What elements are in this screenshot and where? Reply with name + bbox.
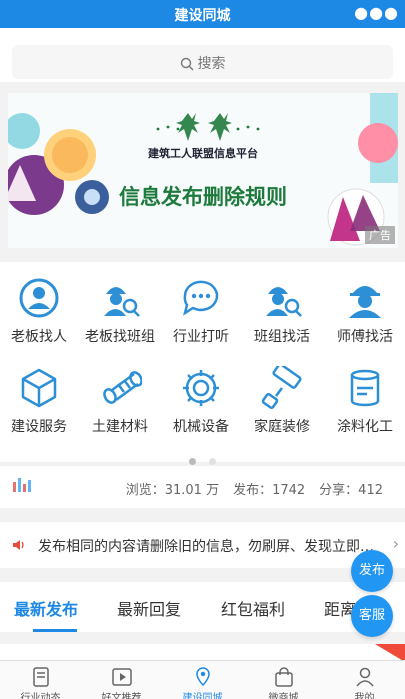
shopping-bag-icon	[274, 667, 293, 687]
tab-bar: 最新发布 最新回复 红包福利 距离最近	[0, 582, 405, 632]
category-label: 机械设备	[173, 419, 229, 435]
shares-count: 分享：412	[319, 483, 383, 498]
gear-icon	[183, 370, 219, 406]
banner-decoration	[8, 93, 398, 248]
category-label: 老板找班组	[85, 329, 155, 345]
page-title: 建设同城	[174, 8, 231, 24]
posts-count: 发布：1742	[233, 483, 306, 498]
more-icon[interactable]: ●●●	[354, 3, 399, 22]
publish-button[interactable]: 发布	[351, 550, 393, 592]
ad-label: 广告	[365, 226, 395, 244]
category-label: 老板找人	[11, 329, 67, 345]
speaker-icon	[13, 540, 24, 550]
team-search-icon	[266, 287, 302, 317]
nav-label: 行业动态	[20, 693, 61, 699]
banner-subtitle: 建筑工人联盟信息平台	[148, 147, 258, 160]
tab-latest-posts[interactable]: 最新发布	[14, 596, 78, 620]
video-icon	[111, 668, 132, 686]
worker-search-icon	[104, 287, 140, 317]
chevron-right-icon[interactable]: ›	[393, 534, 399, 553]
category-label: 土建材料	[92, 419, 148, 435]
category-item[interactable]: 班组找活	[243, 276, 321, 346]
category-label: 家庭装修	[254, 419, 310, 435]
category-item[interactable]: 师傅找活	[326, 276, 404, 346]
nav-profile[interactable]: 我的	[324, 667, 405, 699]
category-label: 涂料化工	[337, 419, 393, 435]
ad-banner[interactable]: 建筑工人联盟信息平台 信息发布删除规则 广告	[8, 93, 398, 248]
nav-label: 建设同城	[182, 693, 223, 699]
nav-label: 我的	[354, 693, 375, 699]
nav-industry-news[interactable]: 行业动态	[0, 667, 81, 699]
category-label: 建设服务	[11, 419, 67, 435]
category-grid: 老板找人 老板找班组 行业打听 班组找活 师傅找活 建设服务 土建材料 机械设备…	[0, 262, 405, 465]
category-label: 师傅找活	[337, 329, 393, 345]
notice-bar[interactable]: 发布相同的内容请删除旧的信息，勿刷屏、发现立即删除 ›	[0, 522, 405, 568]
views-count: 浏览：31.01 万	[125, 483, 220, 498]
category-item[interactable]: 老板找人	[0, 276, 78, 346]
paint-roller-icon	[261, 366, 302, 410]
chat-bubble-icon	[183, 280, 219, 316]
stats-bar: 浏览：31.01 万发布：1742 分享：412	[0, 466, 405, 508]
tab-underline	[33, 629, 77, 632]
customer-service-button[interactable]: 客服	[351, 595, 393, 637]
bottom-nav: 行业动态 好文推荐 建设同城 微商城 我的	[0, 660, 405, 699]
cube-icon	[21, 368, 57, 408]
nav-micro-mall[interactable]: 微商城	[243, 667, 324, 699]
person-search-icon	[19, 278, 59, 318]
category-item[interactable]: 老板找班组	[81, 276, 159, 346]
search-icon	[180, 57, 193, 71]
banner-headline: 信息发布删除规则	[119, 185, 287, 209]
search-section: 搜索	[0, 28, 405, 82]
location-icon	[195, 667, 210, 687]
nav-label: 好文推荐	[101, 693, 142, 699]
category-item[interactable]: 建设服务	[0, 366, 78, 436]
helmet-worker-icon	[349, 286, 381, 318]
title-bar: 建设同城 ●●●	[0, 0, 405, 28]
news-icon	[32, 667, 49, 687]
paint-bucket-icon	[350, 369, 380, 407]
user-icon	[355, 667, 374, 687]
nav-construction-city[interactable]: 建设同城	[162, 667, 243, 699]
nav-label: 微商城	[268, 693, 299, 699]
rebar-icon	[103, 371, 142, 404]
search-placeholder: 搜索	[197, 56, 226, 72]
tab-latest-replies[interactable]: 最新回复	[117, 596, 181, 620]
page-dot[interactable]	[209, 458, 217, 465]
category-label: 行业打听	[173, 329, 229, 345]
category-item[interactable]: 家庭装修	[243, 366, 321, 436]
page-dot-active[interactable]	[188, 458, 196, 465]
tab-red-envelope[interactable]: 红包福利	[221, 596, 285, 620]
nav-recommended-articles[interactable]: 好文推荐	[81, 667, 162, 699]
category-item[interactable]: 行业打听	[162, 276, 240, 346]
bar-chart-icon	[13, 478, 31, 492]
category-label: 班组找活	[254, 329, 310, 345]
category-item[interactable]: 机械设备	[162, 366, 240, 436]
notice-text: 发布相同的内容请删除旧的信息，勿刷屏、发现立即删除	[38, 539, 383, 555]
category-item[interactable]: 涂料化工	[326, 366, 404, 436]
category-item[interactable]: 土建材料	[81, 366, 159, 436]
search-input[interactable]: 搜索	[12, 45, 393, 79]
